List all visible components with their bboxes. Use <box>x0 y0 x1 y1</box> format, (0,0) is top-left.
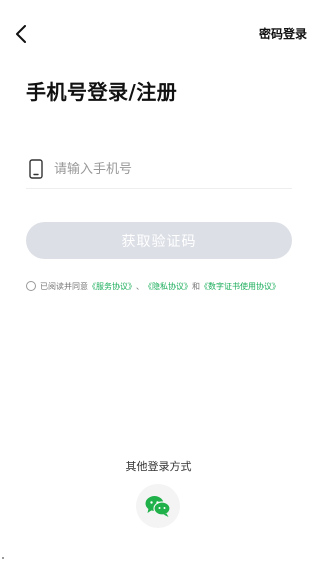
phone-number-input[interactable] <box>54 161 264 177</box>
password-login-link[interactable]: 密码登录 <box>259 25 307 42</box>
corner-dot <box>2 557 4 559</box>
agreement-and: 和 <box>192 281 200 291</box>
wechat-login-button[interactable] <box>136 484 180 528</box>
page-title: 手机号登录/注册 <box>26 80 178 104</box>
chevron-left-icon <box>16 25 26 43</box>
service-agreement-link[interactable]: 《服务协议》 <box>88 281 136 292</box>
privacy-agreement-link[interactable]: 《隐私协议》 <box>144 281 192 292</box>
mobile-phone-icon <box>28 158 44 180</box>
get-verification-code-button[interactable]: 获取验证码 <box>26 222 292 259</box>
other-login-title: 其他登录方式 <box>125 460 192 473</box>
header-bar: 密码登录 <box>0 0 317 70</box>
agreement-row: 已阅读并同意 《服务协议》 、 《隐私协议》 和 《数字证书使用协议》 <box>26 279 311 293</box>
agreement-prefix: 已阅读并同意 <box>40 281 88 291</box>
phone-input-row <box>26 150 292 189</box>
agreement-radio[interactable] <box>26 281 36 291</box>
back-button[interactable] <box>10 22 32 46</box>
digital-certificate-agreement-link[interactable]: 《数字证书使用协议》 <box>200 281 280 292</box>
wechat-icon <box>145 496 171 517</box>
agreement-separator: 、 <box>136 281 144 291</box>
